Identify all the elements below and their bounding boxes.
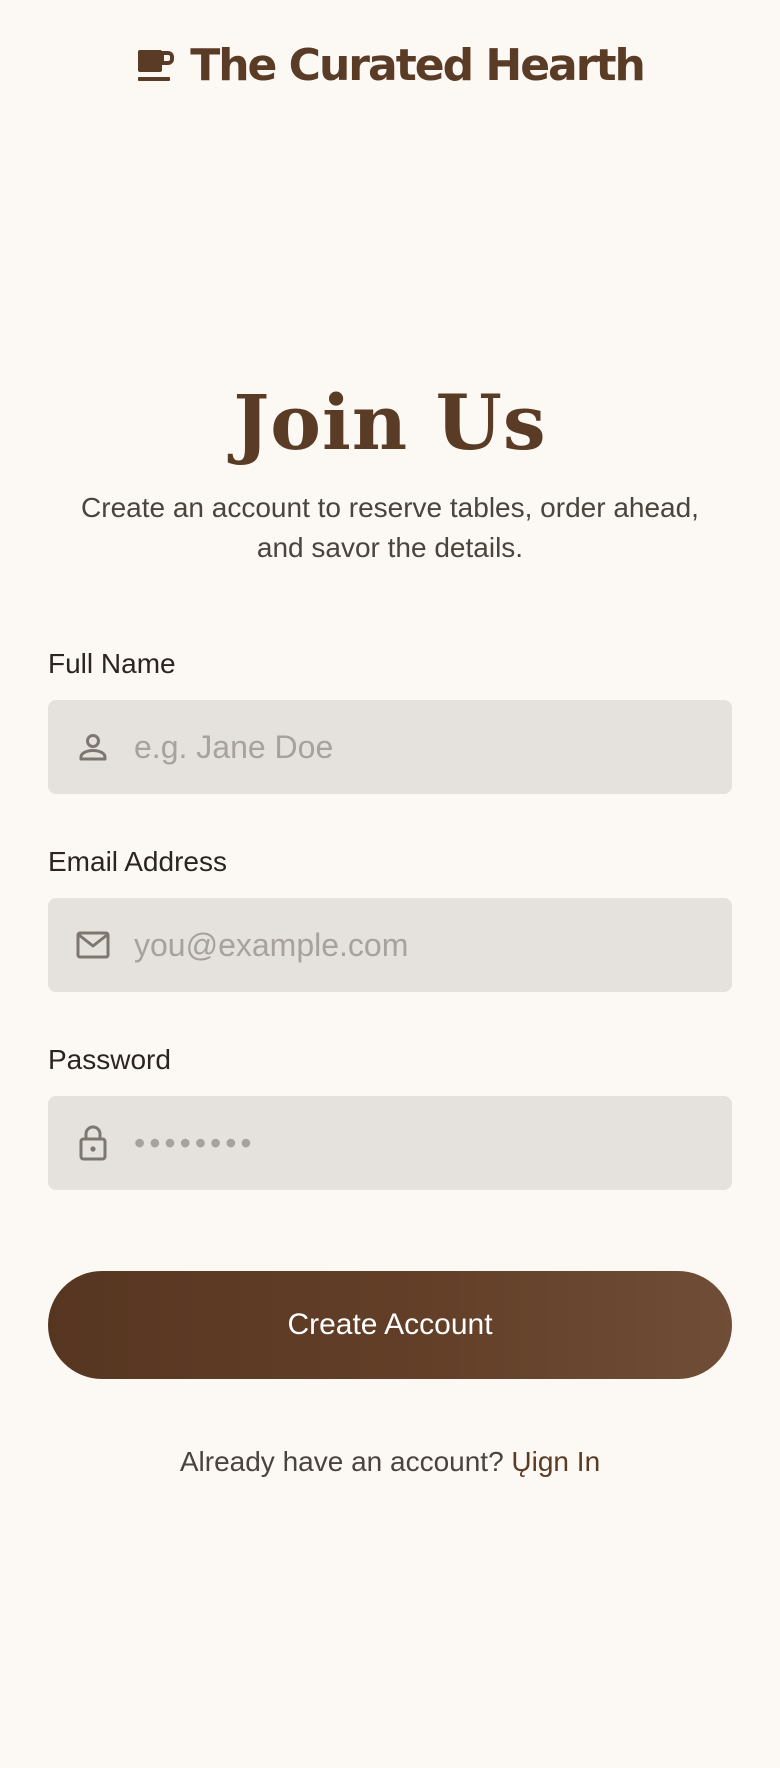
page-title: Join Us <box>233 378 547 467</box>
password-label: Password <box>48 1044 171 1075</box>
page-subtitle: Create an account to reserve tables, ord… <box>81 492 699 563</box>
password-input[interactable] <box>134 1113 732 1173</box>
signup-page: The Curated Hearth Join Us Create an acc… <box>0 0 780 1768</box>
full-name-label: Full Name <box>48 648 176 679</box>
brand-name: The Curated Hearth <box>190 40 646 91</box>
coffee-cup-icon <box>136 47 175 85</box>
app-header: The Curated Hearth <box>0 40 780 91</box>
create-account-button[interactable]: Create Account <box>48 1271 732 1379</box>
email-field[interactable] <box>48 898 732 992</box>
email-input[interactable] <box>134 915 732 975</box>
signin-prompt-text: Already have an account? <box>179 1446 504 1477</box>
lock-icon <box>76 1125 110 1161</box>
person-icon <box>76 730 110 764</box>
mail-icon <box>76 928 110 962</box>
email-label: Email Address <box>48 846 227 877</box>
signin-prompt: Already have an account? Ųign In <box>0 1446 780 1478</box>
full-name-field[interactable] <box>48 700 732 794</box>
full-name-input[interactable] <box>134 717 732 777</box>
password-field[interactable] <box>48 1096 732 1190</box>
sign-in-link[interactable]: Ųign In <box>511 1446 600 1477</box>
